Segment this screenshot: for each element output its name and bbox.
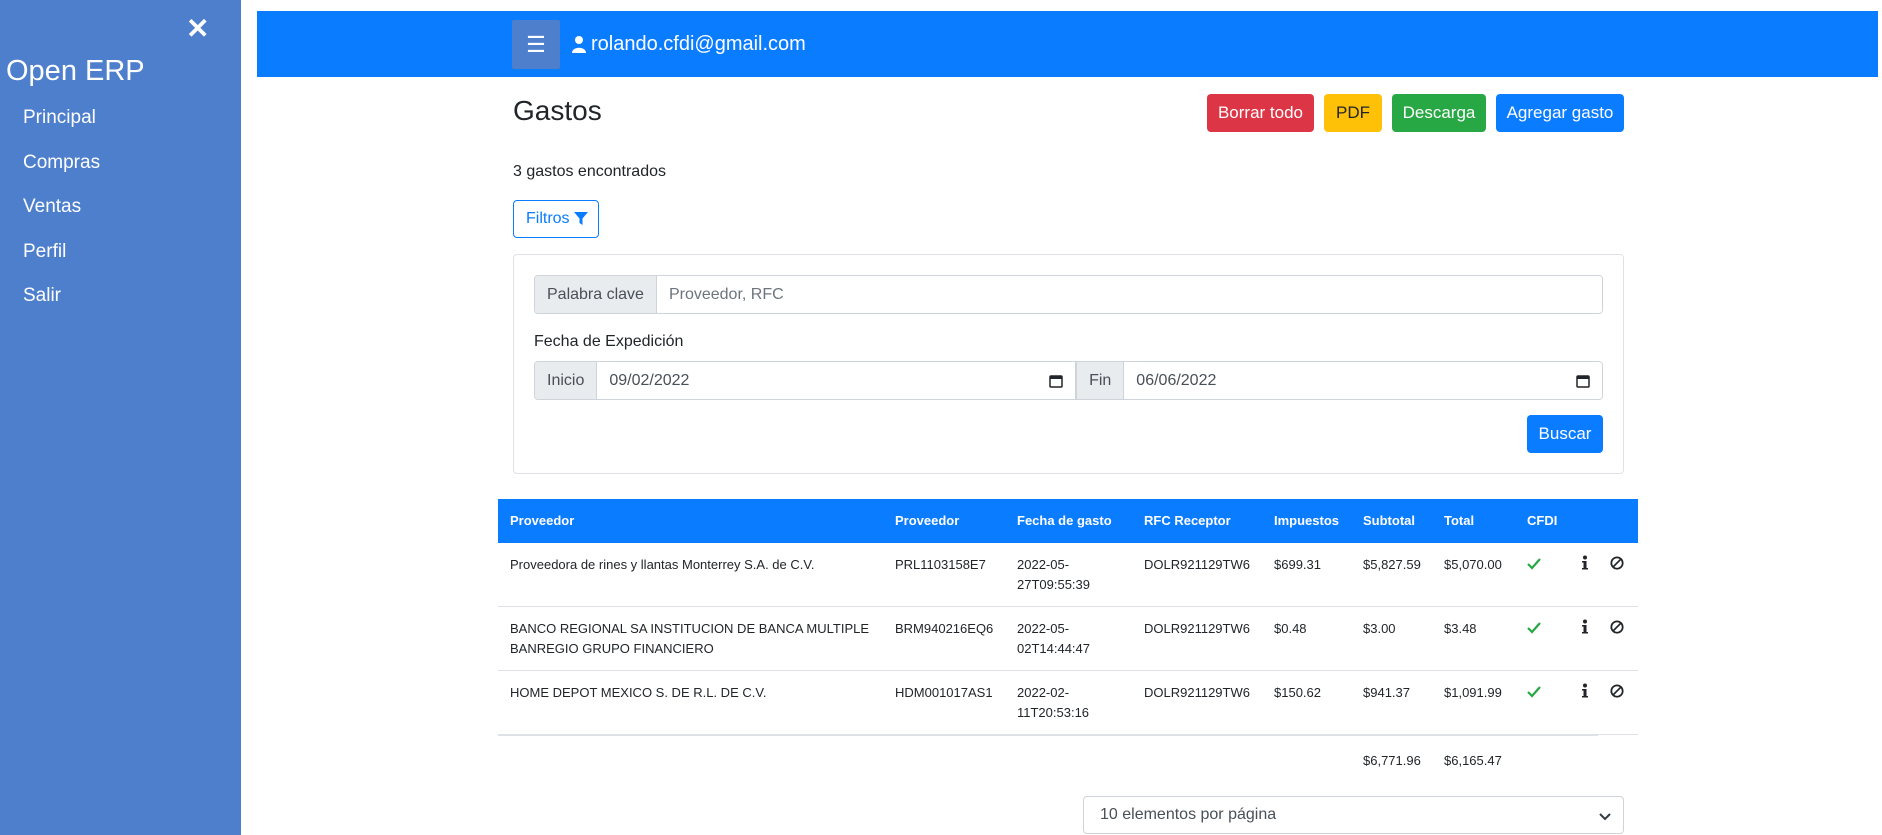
- info-icon[interactable]: [1578, 683, 1592, 705]
- sidebar-item-compras[interactable]: Compras: [23, 149, 100, 194]
- filters-label: Filtros: [526, 210, 570, 227]
- column-header[interactable]: Fecha de gasto: [1017, 513, 1127, 528]
- cell-fecha-line1: 2022-05-: [1017, 557, 1070, 572]
- totals-row: $6,771.96 $6,165.47: [498, 735, 1598, 779]
- close-icon[interactable]: ✕: [186, 14, 209, 44]
- end-date-input[interactable]: 06/06/2022: [1124, 362, 1602, 399]
- cell-fecha-line1: 2022-05-: [1017, 621, 1070, 636]
- sidebar: ✕ Open ERP Principal Compras Ventas Perf…: [0, 0, 241, 835]
- calendar-icon[interactable]: [1049, 374, 1063, 388]
- per-page-select[interactable]: 10 elementos por página: [1083, 796, 1624, 834]
- cell-subtotal: $5,827.59: [1363, 557, 1421, 572]
- column-header[interactable]: CFDI: [1527, 513, 1557, 528]
- cell-subtotal: $3.00: [1363, 621, 1396, 636]
- cell-subtotal: $941.37: [1363, 685, 1410, 700]
- cell-proveedor-line2: BANREGIO GRUPO FINANCIERO: [510, 641, 714, 656]
- keyword-input-group: Palabra clave Proveedor, RFC: [534, 275, 1603, 314]
- cell-proveedor: HOME DEPOT MEXICO S. DE R.L. DE C.V.: [510, 685, 767, 700]
- cell-proveedor: BANCO REGIONAL SA INSTITUCION DE BANCA M…: [510, 619, 890, 659]
- page-title: Gastos: [513, 95, 602, 126]
- cell-receptor: DOLR921129TW6: [1144, 621, 1250, 636]
- start-date-label: Inicio: [535, 362, 598, 399]
- sidebar-item-ventas[interactable]: Ventas: [23, 193, 100, 238]
- cell-total: $3.48: [1444, 621, 1477, 636]
- check-icon: [1527, 619, 1541, 640]
- table-row: Proveedora de rines y llantas Monterrey …: [498, 543, 1638, 607]
- cell-rfc: BRM940216EQ6: [895, 621, 994, 636]
- keyword-label: Palabra clave: [535, 276, 657, 313]
- check-icon: [1527, 683, 1541, 704]
- cell-receptor: DOLR921129TW6: [1144, 685, 1250, 700]
- expenses-table: Proveedor Proveedor Fecha de gasto RFC R…: [498, 499, 1638, 779]
- cell-impuestos: $0.48: [1274, 621, 1307, 636]
- user-account[interactable]: rolando.cfdi@gmail.com: [571, 31, 806, 57]
- cancel-icon[interactable]: [1610, 619, 1624, 641]
- user-email: rolando.cfdi@gmail.com: [591, 33, 806, 55]
- cell-total: $5,070.00: [1444, 557, 1502, 572]
- date-range-label: Fecha de Expedición: [534, 333, 684, 350]
- keyword-input[interactable]: Proveedor, RFC: [656, 276, 1602, 313]
- cell-fecha-line2: 02T14:44:47: [1017, 641, 1091, 656]
- total-subtotal: $6,771.96: [1363, 753, 1421, 768]
- pdf-button[interactable]: PDF: [1324, 94, 1382, 132]
- cell-impuestos: $150.62: [1274, 685, 1321, 700]
- start-date-value: 09/02/2022: [609, 372, 690, 389]
- cell-total: $1,091.99: [1444, 685, 1502, 700]
- date-range-group: Inicio 09/02/2022 Fin 06/06/2022: [534, 361, 1603, 400]
- chevron-down-icon: [1599, 813, 1611, 821]
- filters-toggle-button[interactable]: Filtros: [513, 200, 599, 238]
- column-header[interactable]: RFC Receptor: [1144, 513, 1231, 528]
- per-page-value: 10 elementos por página: [1100, 806, 1277, 823]
- cancel-icon[interactable]: [1610, 555, 1624, 577]
- filter-panel: Palabra clave Proveedor, RFC Fecha de Ex…: [513, 254, 1624, 474]
- hamburger-icon[interactable]: ☰: [512, 20, 560, 69]
- sidebar-item-principal[interactable]: Principal: [23, 104, 100, 149]
- add-expense-button[interactable]: Agregar gasto: [1496, 94, 1624, 132]
- cell-fecha-line1: 2022-02-: [1017, 685, 1070, 700]
- column-header[interactable]: Impuestos: [1274, 513, 1339, 528]
- end-date-label: Fin: [1076, 362, 1125, 399]
- topbar: ☰ rolando.cfdi@gmail.com: [257, 11, 1878, 77]
- sidebar-item-perfil[interactable]: Perfil: [23, 238, 100, 283]
- delete-all-button[interactable]: Borrar todo: [1207, 94, 1314, 132]
- sidebar-item-salir[interactable]: Salir: [23, 282, 100, 327]
- info-icon[interactable]: [1578, 555, 1592, 577]
- total-total: $6,165.47: [1444, 753, 1502, 768]
- search-button[interactable]: Buscar: [1527, 415, 1603, 453]
- cell-proveedor: Proveedora de rines y llantas Monterrey …: [510, 557, 815, 572]
- end-date-value: 06/06/2022: [1136, 372, 1217, 389]
- start-date-input[interactable]: 09/02/2022: [597, 362, 1077, 399]
- cancel-icon[interactable]: [1610, 683, 1624, 705]
- sidebar-nav: Principal Compras Ventas Perfil Salir: [23, 104, 100, 327]
- table-row: BANCO REGIONAL SA INSTITUCION DE BANCA M…: [498, 607, 1638, 671]
- cell-rfc: HDM001017AS1: [895, 685, 993, 700]
- info-icon[interactable]: [1578, 619, 1592, 641]
- cell-fecha: 2022-05- 27T09:55:39: [1017, 555, 1127, 595]
- calendar-icon[interactable]: [1576, 374, 1590, 388]
- column-header[interactable]: Proveedor: [510, 513, 890, 528]
- filter-icon: [573, 212, 588, 225]
- cell-impuestos: $699.31: [1274, 557, 1321, 572]
- cell-receptor: DOLR921129TW6: [1144, 557, 1250, 572]
- cell-proveedor-line1: BANCO REGIONAL SA INSTITUCION DE BANCA M…: [510, 621, 870, 636]
- cell-rfc: PRL1103158E7: [895, 557, 986, 572]
- column-header[interactable]: Total: [1444, 513, 1474, 528]
- check-icon: [1527, 555, 1541, 576]
- cell-fecha-line2: 27T09:55:39: [1017, 577, 1091, 592]
- column-header[interactable]: Subtotal: [1363, 513, 1415, 528]
- column-header[interactable]: Proveedor: [895, 513, 959, 528]
- cell-fecha: 2022-02- 11T20:53:16: [1017, 683, 1127, 723]
- cell-fecha-line2: 11T20:53:16: [1017, 705, 1090, 720]
- cell-fecha: 2022-05- 02T14:44:47: [1017, 619, 1127, 659]
- table-row: HOME DEPOT MEXICO S. DE R.L. DE C.V. HDM…: [498, 671, 1638, 735]
- user-icon: [572, 36, 586, 53]
- results-count: 3 gastos encontrados: [513, 163, 666, 180]
- table-header: Proveedor Proveedor Fecha de gasto RFC R…: [498, 499, 1638, 543]
- download-button[interactable]: Descarga: [1392, 94, 1486, 132]
- brand-title: Open ERP: [6, 55, 145, 87]
